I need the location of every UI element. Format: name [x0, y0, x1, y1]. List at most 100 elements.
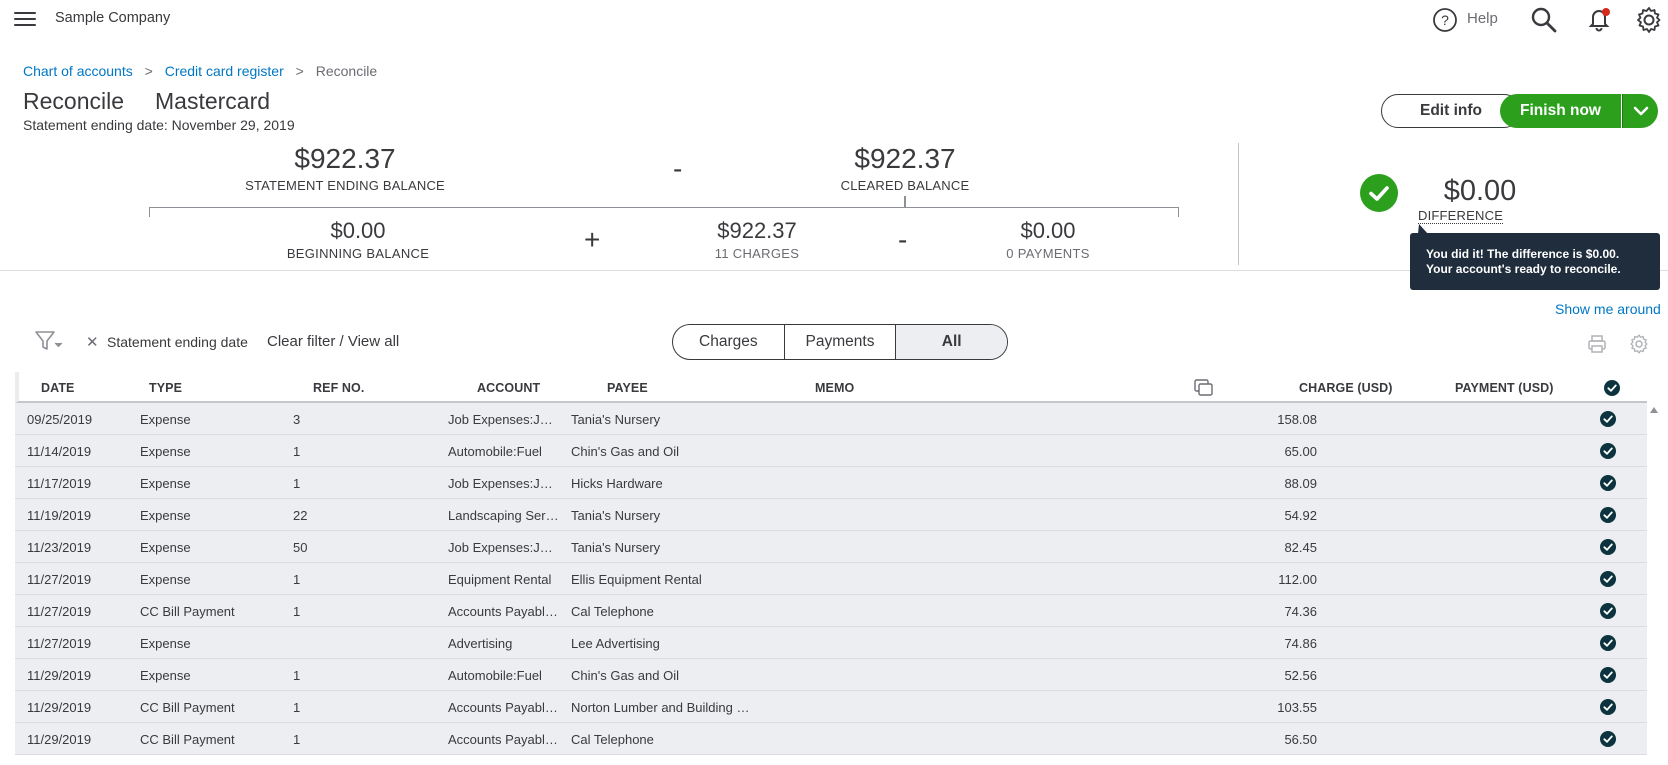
cell-charge: 74.36: [1284, 604, 1317, 619]
table-row[interactable]: 11/14/2019 Expense 1 Automobile:Fuel Chin's …: [15, 435, 1647, 467]
cell-account: Accounts Payabl…: [448, 604, 558, 619]
row-cleared-check-icon[interactable]: [1600, 507, 1616, 523]
table-row[interactable]: 11/29/2019 CC Bill Payment 1 Accounts Payab…: [15, 723, 1647, 755]
cell-account: Job Expenses:J…: [448, 540, 553, 555]
cell-type: CC Bill Payment: [140, 604, 235, 619]
cell-account: Equipment Rental: [448, 572, 552, 587]
search-icon[interactable]: [1530, 6, 1558, 34]
cell-type: Expense: [140, 476, 191, 491]
difference-tooltip: You did it! The difference is $0.00. You…: [1410, 233, 1660, 290]
row-cleared-check-icon[interactable]: [1600, 539, 1616, 555]
cell-date: 11/23/2019: [27, 540, 92, 555]
col-ref[interactable]: REF NO.: [313, 381, 364, 395]
row-cleared-check-icon[interactable]: [1600, 699, 1616, 715]
cell-payee: Norton Lumber and Building …: [571, 700, 750, 715]
transactions-table: DATE TYPE REF NO. ACCOUNT PAYEE MEMO CHA…: [15, 372, 1647, 765]
table-row[interactable]: 11/29/2019 Expense 1 Automobile:Fuel Chin's …: [15, 659, 1647, 691]
cell-account: Accounts Payabl…: [448, 732, 558, 747]
col-memo[interactable]: MEMO: [815, 381, 854, 395]
row-cleared-check-icon[interactable]: [1600, 667, 1616, 683]
row-cleared-check-icon[interactable]: [1600, 571, 1616, 587]
table-row[interactable]: 11/23/2019 Expense 50 Job Expenses:J… Tania'…: [15, 531, 1647, 563]
cell-ref: 3: [293, 412, 301, 427]
cell-account: Automobile:Fuel: [448, 668, 542, 683]
table-settings-icon[interactable]: [1628, 333, 1650, 355]
breadcrumb-chart-of-accounts[interactable]: Chart of accounts: [23, 63, 133, 79]
cell-account: Landscaping Ser…: [448, 508, 559, 523]
table-row[interactable]: 11/19/2019 Expense 22 Landscaping Ser… Tania…: [15, 499, 1647, 531]
table-row[interactable]: 11/27/2019 Expense 1 Equipment Rental Ellis …: [15, 563, 1647, 595]
cell-account: Job Expenses:J…: [448, 412, 553, 427]
scrollbar[interactable]: [1648, 404, 1660, 765]
row-cleared-check-icon[interactable]: [1600, 475, 1616, 491]
show-me-around-link[interactable]: Show me around: [1555, 301, 1661, 317]
cell-type: Expense: [140, 668, 191, 683]
finish-dropdown-button[interactable]: [1622, 94, 1658, 128]
col-date[interactable]: DATE: [41, 381, 75, 395]
copy-columns-icon[interactable]: [1194, 379, 1214, 397]
col-account[interactable]: ACCOUNT: [477, 381, 540, 395]
help-icon[interactable]: ?: [1432, 7, 1458, 33]
print-icon[interactable]: [1586, 333, 1608, 355]
tab-charges[interactable]: Charges: [673, 325, 784, 359]
clear-filter-link[interactable]: Clear filter / View all: [267, 333, 399, 350]
filter-icon[interactable]: [34, 330, 64, 352]
cell-ref: 1: [293, 444, 301, 459]
tab-all[interactable]: All: [895, 325, 1007, 359]
gear-icon[interactable]: [1634, 5, 1664, 35]
remove-filter-icon[interactable]: ✕: [86, 333, 99, 351]
payments-total: $0.00: [1020, 218, 1076, 243]
breadcrumb-separator: >: [295, 63, 304, 79]
cell-ref: 1: [293, 700, 301, 715]
cell-type: Expense: [140, 508, 191, 523]
cell-charge: 65.00: [1284, 444, 1317, 459]
charges-count-label: 11 CHARGES: [714, 246, 800, 261]
cell-account: Automobile:Fuel: [448, 444, 542, 459]
finish-now-button[interactable]: Finish now: [1500, 94, 1621, 128]
table-row[interactable]: 09/25/2019 Expense 3 Job Expenses:J… Tania's…: [15, 403, 1647, 435]
tab-payments[interactable]: Payments: [783, 325, 896, 359]
cell-charge: 88.09: [1284, 476, 1317, 491]
cell-date: 11/29/2019: [27, 732, 92, 747]
bell-icon[interactable]: [1585, 5, 1613, 33]
cell-type: Expense: [140, 572, 191, 587]
table-header: DATE TYPE REF NO. ACCOUNT PAYEE MEMO CHA…: [15, 372, 1647, 403]
select-all-check-icon[interactable]: [1604, 380, 1620, 396]
statement-ending-balance-label: STATEMENT ENDING BALANCE: [245, 178, 445, 193]
breadcrumb-credit-card-register[interactable]: Credit card register: [165, 63, 284, 79]
table-row[interactable]: 11/17/2019 Expense 1 Job Expenses:J… Hicks H…: [15, 467, 1647, 499]
col-type[interactable]: TYPE: [149, 381, 182, 395]
menu-icon[interactable]: [14, 9, 36, 27]
help-label[interactable]: Help: [1467, 10, 1498, 27]
cell-date: 11/29/2019: [27, 700, 92, 715]
success-check-icon: [1360, 174, 1398, 212]
row-cleared-check-icon[interactable]: [1600, 635, 1616, 651]
plus-operator: +: [584, 224, 601, 255]
cell-payee: Cal Telephone: [571, 604, 654, 619]
cell-ref: 1: [293, 476, 301, 491]
cell-payee: Tania's Nursery: [571, 540, 661, 555]
cell-ref: 1: [293, 668, 301, 683]
row-cleared-check-icon[interactable]: [1600, 443, 1616, 459]
row-cleared-check-icon[interactable]: [1600, 731, 1616, 747]
table-row[interactable]: 11/27/2019 CC Bill Payment 1 Accounts Payab…: [15, 595, 1647, 627]
row-cleared-check-icon[interactable]: [1600, 411, 1616, 427]
cell-date: 11/17/2019: [27, 476, 92, 491]
cell-date: 09/25/2019: [27, 412, 93, 427]
col-charge[interactable]: CHARGE (USD): [1299, 381, 1393, 395]
difference-value: $0.00: [1443, 175, 1517, 207]
col-payee[interactable]: PAYEE: [607, 381, 648, 395]
charges-total: $922.37: [717, 218, 797, 243]
cell-type: Expense: [140, 412, 191, 427]
table-row[interactable]: 11/27/2019 Expense Advertising Lee Advertis…: [15, 627, 1647, 659]
chevron-down-icon: [1633, 106, 1649, 116]
page-title: Reconcile: [23, 88, 124, 114]
table-row[interactable]: 11/29/2019 CC Bill Payment 1 Accounts Payab…: [15, 691, 1647, 723]
row-cleared-check-icon[interactable]: [1600, 603, 1616, 619]
summary-divider: [1238, 143, 1239, 265]
col-payment[interactable]: PAYMENT (USD): [1455, 381, 1554, 395]
difference-label[interactable]: DIFFERENCE: [1418, 208, 1504, 224]
breadcrumb: Chart of accounts > Credit card register…: [23, 63, 377, 79]
cell-account: Job Expenses:J…: [448, 476, 553, 491]
cell-charge: 56.50: [1284, 732, 1317, 747]
